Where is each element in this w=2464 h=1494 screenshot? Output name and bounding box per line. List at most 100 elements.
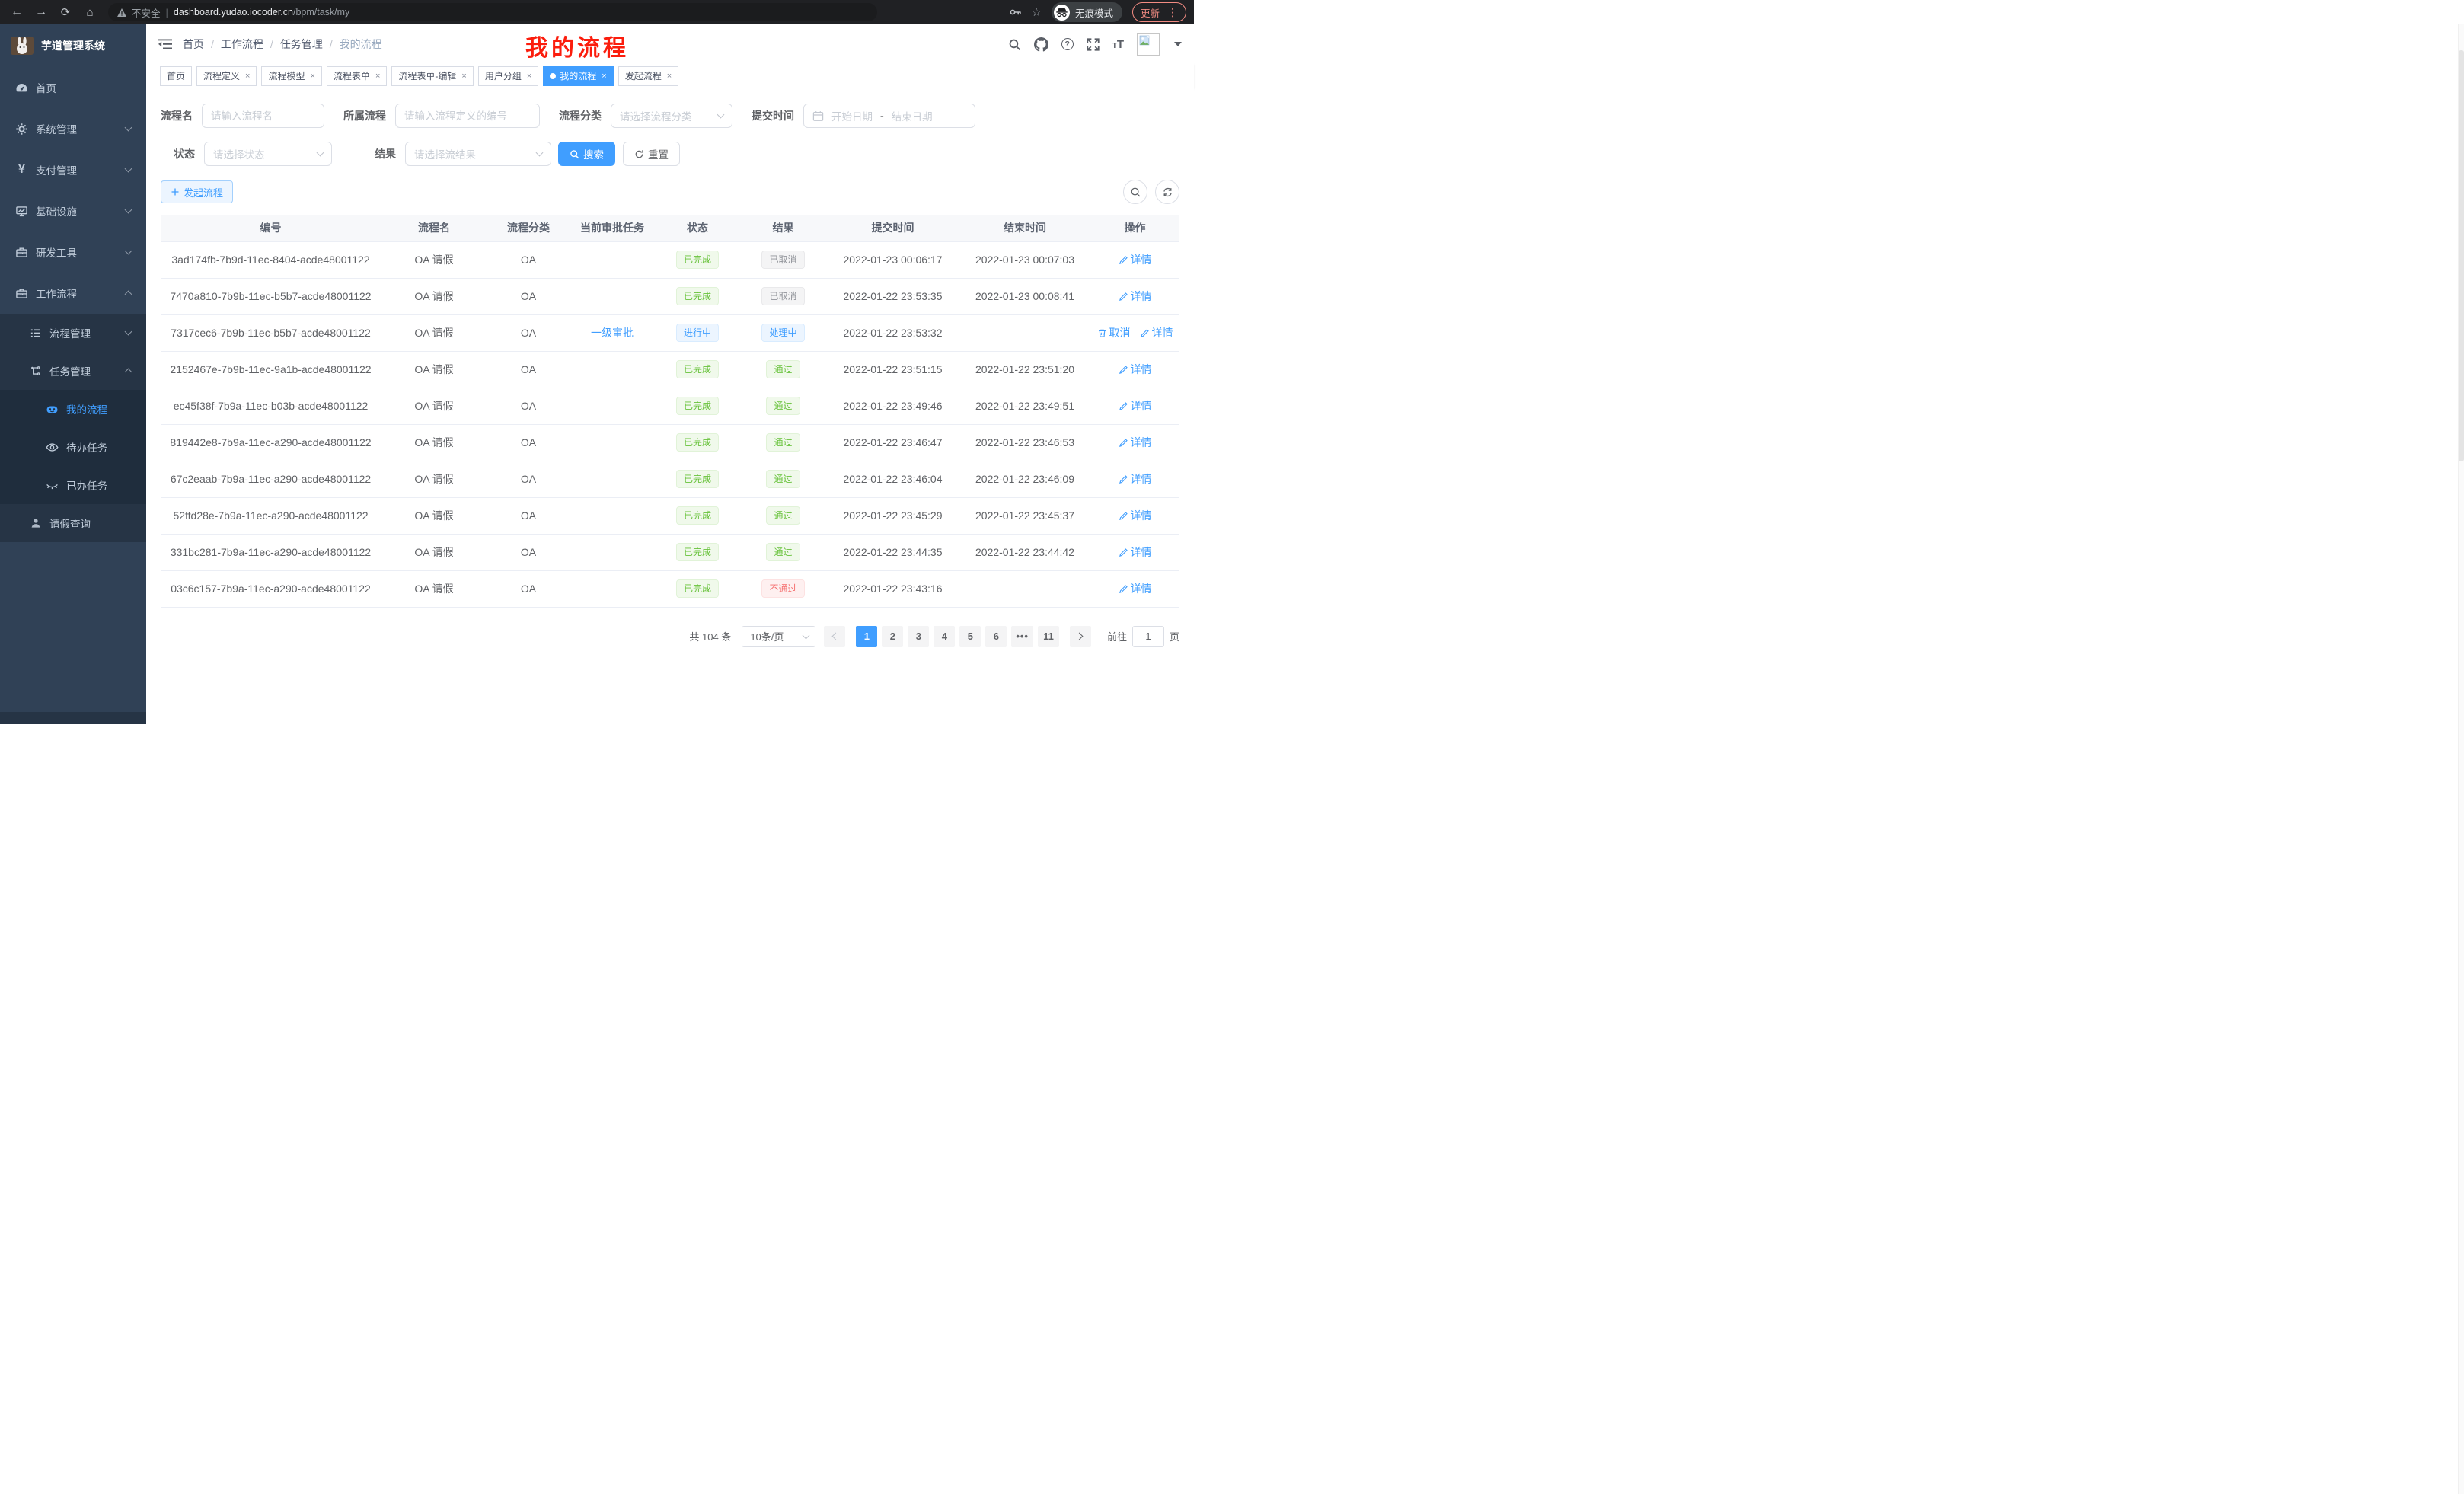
sidebar-item-home[interactable]: 首页 [0, 67, 146, 108]
detail-link[interactable]: 详情 [1119, 544, 1152, 560]
browser-update-button[interactable]: 更新 ⋮ [1132, 2, 1186, 22]
reload-icon[interactable]: ⟳ [56, 3, 75, 21]
cell-name: OA 请假 [381, 570, 487, 607]
goto-suffix: 页 [1170, 629, 1179, 643]
submit-time-range-picker[interactable]: 开始日期 - 结束日期 [803, 104, 975, 128]
hamburger-icon[interactable] [158, 38, 172, 50]
close-icon[interactable]: × [375, 72, 380, 81]
sidebar-item-payment[interactable]: ¥ 支付管理 [0, 149, 146, 190]
detail-link[interactable]: 详情 [1119, 435, 1152, 450]
browser-menu-icon[interactable]: ⋮ [1167, 7, 1178, 18]
sidebar-item-leave-query[interactable]: 请假查询 [0, 504, 146, 542]
page-button-1[interactable]: 1 [856, 626, 877, 647]
page-size-select[interactable]: 10条/页 [742, 626, 815, 647]
cell-name: OA 请假 [381, 241, 487, 278]
cancel-link[interactable]: 取消 [1097, 325, 1131, 340]
breadcrumb-task-mgmt[interactable]: 任务管理 [280, 37, 323, 52]
close-icon[interactable]: × [602, 72, 606, 81]
tab-流程表单-编辑[interactable]: 流程表单-编辑× [391, 66, 473, 86]
pages-more-button[interactable]: ••• [1011, 626, 1033, 647]
caret-down-icon[interactable] [1174, 42, 1182, 46]
tab-发起流程[interactable]: 发起流程× [618, 66, 678, 86]
show-search-button[interactable] [1123, 180, 1147, 204]
detail-link[interactable]: 详情 [1119, 252, 1152, 267]
detail-link[interactable]: 详情 [1119, 289, 1152, 304]
detail-link[interactable]: 详情 [1119, 398, 1152, 413]
chevron-down-icon [125, 165, 132, 173]
sidebar-collapse-bar[interactable] [0, 712, 146, 724]
help-icon[interactable]: ? [1061, 38, 1074, 50]
category-select[interactable]: 请选择流程分类 [611, 104, 732, 128]
sidebar-item-done-tasks[interactable]: 已办任务 [0, 466, 146, 504]
sidebar-item-devtools[interactable]: 研发工具 [0, 231, 146, 273]
bookmark-star-icon[interactable]: ☆ [1032, 5, 1042, 19]
cell-id: 331bc281-7b9a-11ec-a290-acde48001122 [161, 534, 381, 570]
close-icon[interactable]: × [667, 72, 672, 81]
process-name-input[interactable] [211, 110, 315, 122]
result-badge: 处理中 [761, 324, 804, 342]
tab-流程模型[interactable]: 流程模型× [261, 66, 321, 86]
page-button-11[interactable]: 11 [1038, 626, 1059, 647]
detail-link[interactable]: 详情 [1119, 508, 1152, 523]
result-badge: 通过 [766, 506, 800, 525]
tab-流程定义[interactable]: 流程定义× [196, 66, 257, 86]
tab-用户分组[interactable]: 用户分组× [478, 66, 538, 86]
close-icon[interactable]: × [310, 72, 314, 81]
search-icon[interactable] [1008, 38, 1021, 51]
tab-流程表单[interactable]: 流程表单× [327, 66, 387, 86]
current-task-link[interactable]: 一级审批 [591, 325, 634, 340]
goto-page-input[interactable] [1132, 626, 1164, 647]
process-definition-input[interactable] [404, 110, 531, 122]
cell-submit-time: 2022-01-22 23:49:46 [826, 388, 959, 424]
breadcrumb-workflow[interactable]: 工作流程 [221, 37, 263, 52]
tab-首页[interactable]: 首页 [160, 66, 192, 86]
page-button-3[interactable]: 3 [908, 626, 929, 647]
sidebar-item-task-mgmt[interactable]: 任务管理 [0, 352, 146, 390]
tab-我的流程[interactable]: 我的流程× [543, 66, 613, 86]
refresh-table-button[interactable] [1155, 180, 1179, 204]
home-icon[interactable]: ⌂ [81, 3, 99, 21]
close-icon[interactable]: × [527, 72, 531, 81]
prev-page-button[interactable] [824, 626, 845, 647]
security-label[interactable]: 不安全 [132, 5, 161, 20]
key-icon[interactable] [1009, 6, 1022, 18]
cell-actions: 详情 [1090, 388, 1179, 424]
detail-link[interactable]: 详情 [1119, 581, 1152, 596]
sidebar-item-workflow[interactable]: 工作流程 [0, 273, 146, 314]
page-button-6[interactable]: 6 [985, 626, 1007, 647]
scrollbar-thumb[interactable] [2459, 50, 2464, 461]
cell-submit-time: 2022-01-22 23:46:47 [826, 424, 959, 461]
avatar[interactable] [1137, 33, 1160, 56]
fullscreen-icon[interactable] [1087, 38, 1100, 51]
github-icon[interactable] [1034, 37, 1048, 52]
sidebar-item-process-mgmt[interactable]: 流程管理 [0, 314, 146, 352]
breadcrumb-home[interactable]: 首页 [183, 37, 204, 52]
page-button-5[interactable]: 5 [959, 626, 981, 647]
create-process-button[interactable]: 发起流程 [161, 180, 233, 203]
robot-icon [46, 403, 59, 416]
font-size-icon[interactable]: TT [1112, 39, 1124, 50]
page-button-4[interactable]: 4 [934, 626, 955, 647]
status-badge: 已完成 [676, 251, 719, 269]
status-select[interactable]: 请选择状态 [204, 142, 332, 166]
incognito-label: 无痕模式 [1075, 5, 1113, 20]
detail-link[interactable]: 详情 [1119, 362, 1152, 377]
page-button-2[interactable]: 2 [882, 626, 903, 647]
close-icon[interactable]: × [461, 72, 466, 81]
back-icon[interactable]: ← [8, 3, 26, 21]
sidebar-item-system[interactable]: 系统管理 [0, 108, 146, 149]
detail-link[interactable]: 详情 [1140, 325, 1173, 340]
sidebar-item-my-process[interactable]: 我的流程 [0, 390, 146, 428]
page-scrollbar[interactable] [2458, 24, 2464, 1494]
address-bar[interactable]: 不安全 | dashboard.yudao.iocoder.cn/bpm/tas… [108, 3, 877, 21]
next-page-button[interactable] [1070, 626, 1091, 647]
search-button[interactable]: 搜索 [558, 142, 615, 166]
result-select[interactable]: 请选择流结果 [405, 142, 551, 166]
sidebar-item-todo-tasks[interactable]: 待办任务 [0, 428, 146, 466]
forward-icon[interactable]: → [32, 3, 50, 21]
reset-button[interactable]: 重置 [623, 142, 680, 166]
close-icon[interactable]: × [245, 72, 250, 81]
sidebar-item-infra[interactable]: 基础设施 [0, 190, 146, 231]
update-label[interactable]: 更新 [1141, 5, 1160, 20]
detail-link[interactable]: 详情 [1119, 471, 1152, 487]
